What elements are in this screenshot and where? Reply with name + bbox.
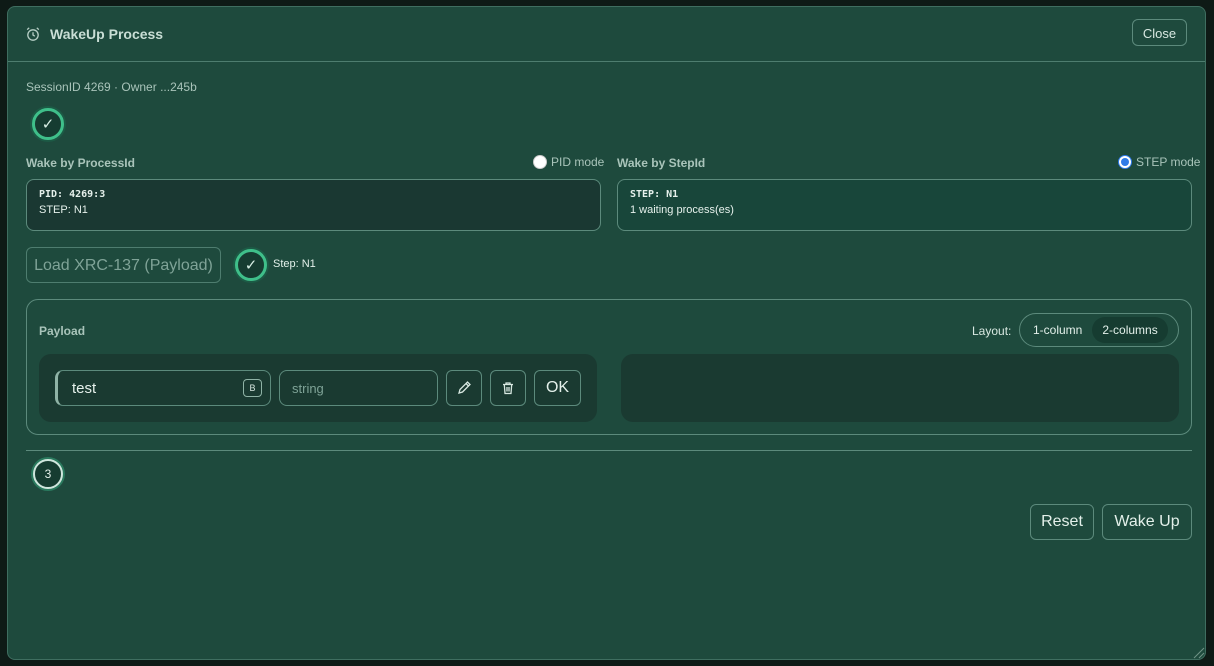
dialog-title: WakeUp Process	[50, 26, 164, 42]
wake-by-process-label: Wake by ProcessId	[26, 156, 135, 170]
payload-panel: Payload Layout: 1-column 2-columns B	[26, 299, 1192, 435]
step-three-number: 3	[44, 467, 52, 481]
step-id-box[interactable]: STEP: N1 1 waiting process(es)	[617, 179, 1192, 231]
step-three-indicator: 3	[33, 459, 63, 489]
pencil-icon	[458, 381, 471, 394]
trash-icon	[503, 382, 513, 395]
reset-button[interactable]: Reset	[1030, 504, 1094, 540]
session-info: SessionID 4269 · Owner ...245b	[26, 80, 197, 94]
checkmark-icon: ✓	[244, 257, 258, 274]
step-id-value: STEP: N1	[630, 189, 679, 200]
wake-up-button[interactable]: Wake Up	[1102, 504, 1192, 540]
step-indicator-label: Step: N1	[273, 258, 316, 270]
pid-mode-label: PID mode	[551, 155, 605, 169]
payload-column-right	[621, 354, 1179, 422]
waiting-count: 1 waiting process(es)	[630, 204, 734, 216]
wakeup-dialog: WakeUp Process Close SessionID 4269 · Ow…	[7, 6, 1206, 660]
pid-step-value: STEP: N1	[39, 204, 88, 216]
layout-toggle: 1-column 2-columns	[1019, 313, 1179, 347]
wake-by-step-label: Wake by StepId	[617, 156, 706, 170]
close-button[interactable]: Close	[1132, 19, 1187, 46]
load-payload-button[interactable]: Load XRC-137 (Payload)	[26, 247, 221, 283]
payload-key-input[interactable]	[55, 370, 271, 406]
resize-handle-icon[interactable]	[1189, 643, 1205, 659]
key-type-badge: B	[243, 379, 262, 397]
delete-button[interactable]	[490, 370, 526, 406]
pid-mode-radio[interactable]	[533, 155, 547, 169]
dialog-header: WakeUp Process Close	[8, 7, 1205, 62]
payload-value-type-input[interactable]	[279, 370, 438, 406]
pid-mode-option[interactable]: PID mode	[533, 155, 604, 169]
edit-button[interactable]	[446, 370, 482, 406]
layout-option-1-column[interactable]: 1-column	[1023, 317, 1092, 343]
payload-label: Payload	[39, 324, 86, 338]
pid-value: PID: 4269:3	[39, 189, 106, 200]
layout-option-2-columns[interactable]: 2-columns	[1092, 317, 1168, 343]
layout-label: Layout:	[972, 324, 1012, 338]
step-mode-option[interactable]: STEP mode	[1118, 155, 1200, 169]
ok-button[interactable]: OK	[534, 370, 581, 406]
step-mode-label: STEP mode	[1136, 155, 1201, 169]
section-divider	[26, 450, 1192, 451]
checkmark-icon: ✓	[41, 116, 55, 133]
alarm-clock-icon	[26, 27, 40, 41]
payload-column-left: B OK	[39, 354, 597, 422]
step-one-complete-indicator: ✓	[32, 108, 64, 140]
process-id-box[interactable]: PID: 4269:3 STEP: N1	[26, 179, 601, 231]
step-two-complete-indicator: ✓	[235, 249, 267, 281]
step-mode-radio[interactable]	[1118, 155, 1132, 169]
